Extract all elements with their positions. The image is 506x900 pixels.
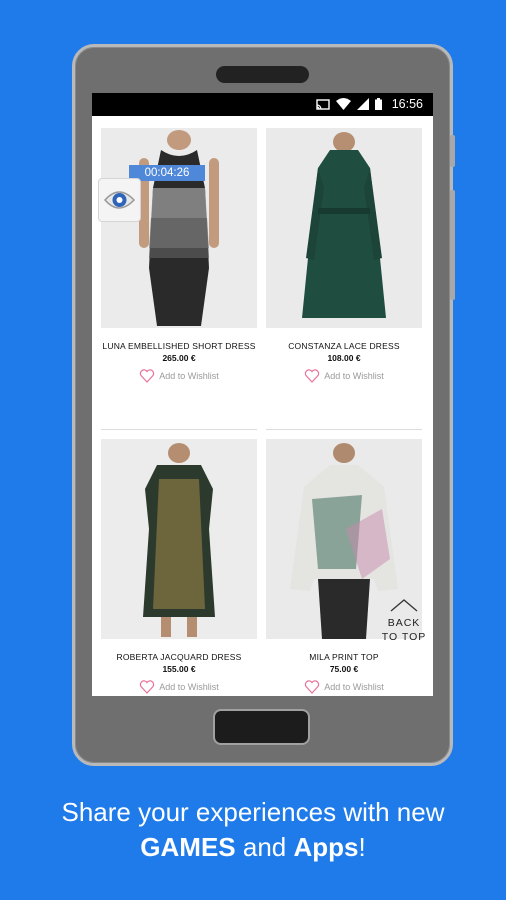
promo-games: GAMES [140,832,236,862]
back-to-top-line2: TO TOP [381,631,427,643]
product-name[interactable]: CONSTANZA LACE DRESS [266,341,422,351]
product-card[interactable]: MILA PRINT TOP 75.00 € Add to Wishlist [266,439,422,695]
heart-icon [305,369,320,383]
back-to-top-line1: BACK [387,617,421,629]
wishlist-label: Add to Wishlist [324,371,384,381]
row-divider [266,429,422,430]
heart-icon [140,680,155,694]
recording-timer: 00:04:26 [129,165,205,181]
product-price: 75.00 € [329,664,359,674]
product-image[interactable] [101,128,257,328]
phone-home-button[interactable] [213,709,310,745]
heart-icon [140,369,155,383]
phone-speaker [216,66,309,83]
add-to-wishlist-link[interactable]: Add to Wishlist [266,679,422,695]
wishlist-label: Add to Wishlist [159,682,219,692]
cast-icon [316,98,330,110]
promo-line-2: GAMES and Apps! [0,832,506,863]
wishlist-label: Add to Wishlist [324,682,384,692]
phone-screen: 16:56 LUNA EMBELLISHED SHORT DRESS 265.0… [92,93,433,696]
add-to-wishlist-link[interactable]: Add to Wishlist [266,368,422,384]
product-price: 265.00 € [162,353,196,363]
wifi-icon [335,98,351,110]
product-card[interactable]: ROBERTA JACQUARD DRESS 155.00 € Add to W… [101,439,257,695]
product-name[interactable]: MILA PRINT TOP [266,652,422,662]
status-time: 16:56 [391,97,423,111]
product-image[interactable] [266,128,422,328]
eye-icon [104,191,136,209]
promo-line-1: Share your experiences with new [61,797,445,827]
product-price: 155.00 € [162,664,196,674]
row-divider [101,429,257,430]
recorder-eye-button[interactable] [98,178,141,222]
heart-icon [305,680,320,694]
product-name[interactable]: LUNA EMBELLISHED SHORT DRESS [101,341,257,351]
promo-apps: Apps [293,832,359,862]
battery-icon [374,98,382,110]
back-to-top-button[interactable]: BACK TO TOP [376,598,432,644]
phone-volume-button [450,190,455,300]
product-name[interactable]: ROBERTA JACQUARD DRESS [101,652,257,662]
product-card[interactable]: CONSTANZA LACE DRESS 108.00 € Add to Wis… [266,128,422,384]
add-to-wishlist-link[interactable]: Add to Wishlist [101,368,257,384]
promo-and: and [235,832,294,862]
wishlist-label: Add to Wishlist [159,371,219,381]
product-image[interactable] [101,439,257,639]
promo-exclamation: ! [358,832,366,862]
status-bar: 16:56 [92,93,433,116]
add-to-wishlist-link[interactable]: Add to Wishlist [101,679,257,695]
phone-side-button [450,135,455,167]
product-price: 108.00 € [327,353,361,363]
signal-icon [356,98,369,110]
chevron-up-icon [390,599,418,612]
